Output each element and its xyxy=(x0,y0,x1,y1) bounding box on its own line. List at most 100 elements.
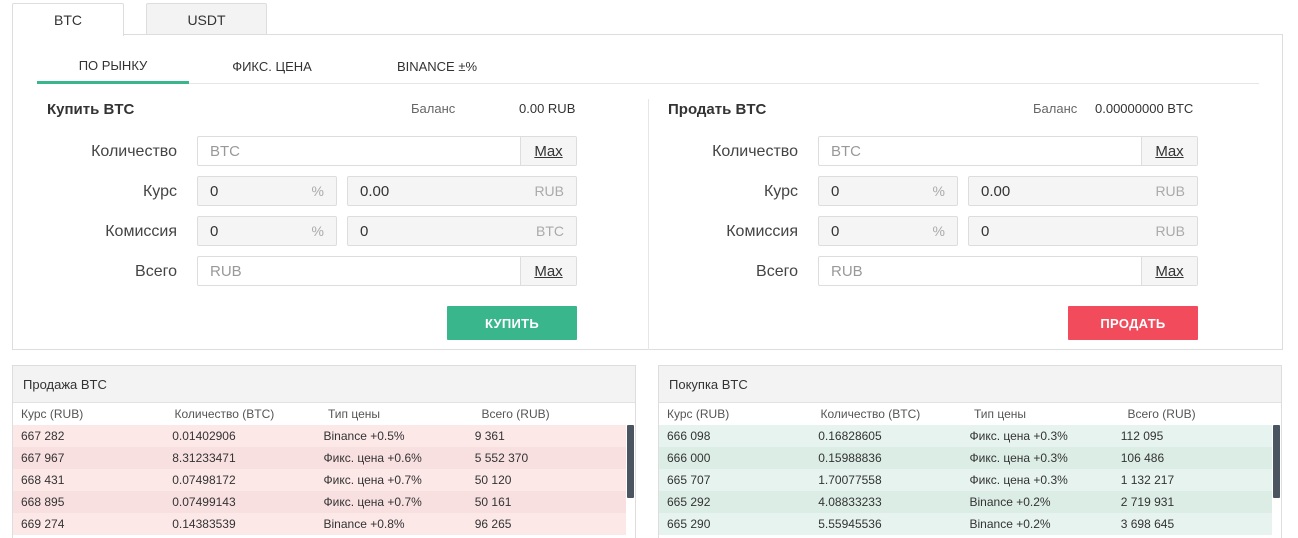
buy-title: Купить BTC xyxy=(47,101,135,118)
tab-binance-percent[interactable]: BINANCE ±% xyxy=(362,49,512,84)
cell-price-type: Фикс. цена +0.7% xyxy=(323,495,422,509)
buy-rate-value-input[interactable]: 0.00 RUB xyxy=(347,176,577,206)
sell-commission-unit: RUB xyxy=(1155,223,1185,239)
tab-btc[interactable]: BTC xyxy=(12,3,124,36)
cell-price-type: Фикс. цена +0.3% xyxy=(969,473,1068,487)
buy-total-input[interactable]: RUB Max xyxy=(197,256,577,286)
cell-rate: 665 290 xyxy=(667,517,711,531)
cell-quantity: 1.70077558 xyxy=(818,473,882,487)
table-row[interactable]: 668 895 0.07499143 Фикс. цена +0.7% 50 1… xyxy=(13,491,626,513)
cell-price-type: Binance +0.2% xyxy=(969,517,1051,531)
buy-book-scrollbar[interactable] xyxy=(1273,425,1280,498)
buy-form: Купить BTC Баланс 0.00 RUB Количество BT… xyxy=(47,99,607,349)
buy-book-columns: Курс (RUB) Количество (BTC) Тип цены Все… xyxy=(659,403,1281,425)
buy-book-title: Покупка BTC xyxy=(659,366,1281,403)
buy-commission-percent-input[interactable]: 0 % xyxy=(197,216,337,246)
cell-price-type: Binance +0.8% xyxy=(323,517,405,531)
buy-rate-percent-value: 0 xyxy=(210,182,219,200)
table-row[interactable]: 665 290 5.55945536 Binance +0.2% 3 698 6… xyxy=(659,513,1272,535)
sell-balance-value: 0.00000000 BTC xyxy=(1095,101,1194,116)
buy-commission-label: Комиссия xyxy=(105,223,177,240)
sell-total-input[interactable]: RUB Max xyxy=(818,256,1198,286)
sell-total-max-button[interactable]: Max xyxy=(1141,257,1197,285)
buy-rate-label: Курс xyxy=(142,183,177,200)
cell-total: 96 265 xyxy=(474,517,512,531)
cell-rate: 667 967 xyxy=(21,451,65,465)
mode-tabs: ПО РЫНКУ ФИКС. ЦЕНА BINANCE ±% xyxy=(37,49,1259,84)
cell-rate: 665 707 xyxy=(667,473,711,487)
buy-quantity-max-button[interactable]: Max xyxy=(520,137,576,165)
cell-quantity: 0.07499143 xyxy=(172,495,236,509)
buy-rate-value: 0.00 xyxy=(360,182,390,200)
tab-market[interactable]: ПО РЫНКУ xyxy=(37,49,189,84)
sell-rate-label: Курс xyxy=(763,183,798,200)
cell-price-type: Фикс. цена +0.3% xyxy=(969,451,1068,465)
column-header: Всего (RUB) xyxy=(481,407,550,421)
table-row[interactable]: 667 282 0.01402906 Binance +0.5% 9 361 xyxy=(13,425,626,447)
cell-quantity: 4.08833233 xyxy=(818,495,882,509)
cell-quantity: 0.01402906 xyxy=(172,429,236,443)
sell-title: Продать BTC xyxy=(668,101,767,118)
cell-quantity: 0.15988836 xyxy=(818,451,882,465)
cell-rate: 666 098 xyxy=(667,429,711,443)
trade-panel: ПО РЫНКУ ФИКС. ЦЕНА BINANCE ±% Купить BT… xyxy=(12,34,1283,350)
sell-quantity-input[interactable]: BTC Max xyxy=(818,136,1198,166)
cell-total: 9 361 xyxy=(474,429,505,443)
sell-book-columns: Курс (RUB) Количество (BTC) Тип цены Все… xyxy=(13,403,635,425)
cell-total: 5 552 370 xyxy=(474,451,529,465)
sell-balance-label: Баланс xyxy=(1033,101,1078,116)
cell-quantity: 0.07498172 xyxy=(172,473,236,487)
buy-total-placeholder: RUB xyxy=(210,262,242,280)
sell-rate-percent-input[interactable]: 0 % xyxy=(818,176,958,206)
sell-rate-value-input[interactable]: 0.00 RUB xyxy=(968,176,1198,206)
buy-commission-value: 0 xyxy=(360,222,369,240)
cell-quantity: 5.55945536 xyxy=(818,517,882,531)
buy-button[interactable]: КУПИТЬ xyxy=(447,306,577,340)
table-row[interactable]: 665 707 1.70077558 Фикс. цена +0.3% 1 13… xyxy=(659,469,1272,491)
sell-commission-percent-input[interactable]: 0 % xyxy=(818,216,958,246)
buy-commission-value-input[interactable]: 0 BTC xyxy=(347,216,577,246)
sell-quantity-max-button[interactable]: Max xyxy=(1141,137,1197,165)
cell-quantity: 8.31233471 xyxy=(172,451,236,465)
sell-total-label: Всего xyxy=(756,263,798,280)
sell-book-scrollbar[interactable] xyxy=(627,425,634,498)
buy-quantity-label: Количество xyxy=(91,143,177,160)
cell-total: 106 486 xyxy=(1120,451,1165,465)
buy-book-rows: 666 098 0.16828605 Фикс. цена +0.3% 112 … xyxy=(659,425,1281,535)
buy-total-max-button[interactable]: Max xyxy=(520,257,576,285)
tab-usdt[interactable]: USDT xyxy=(146,3,267,35)
column-header: Тип цены xyxy=(974,407,1027,421)
tab-fixed-price[interactable]: ФИКС. ЦЕНА xyxy=(197,49,347,84)
sell-button[interactable]: ПРОДАТЬ xyxy=(1068,306,1198,340)
table-row[interactable]: 665 292 4.08833233 Binance +0.2% 2 719 9… xyxy=(659,491,1272,513)
table-row[interactable]: 666 098 0.16828605 Фикс. цена +0.3% 112 … xyxy=(659,425,1272,447)
sell-rate-unit: RUB xyxy=(1155,183,1185,199)
cell-total: 50 161 xyxy=(474,495,512,509)
buy-quantity-placeholder: BTC xyxy=(210,142,240,160)
sell-rate-value: 0.00 xyxy=(981,182,1011,200)
sell-rate-percent-value: 0 xyxy=(831,182,840,200)
column-header: Курс (RUB) xyxy=(21,407,84,421)
cell-price-type: Binance +0.5% xyxy=(323,429,405,443)
cell-rate: 666 000 xyxy=(667,451,711,465)
sell-total-placeholder: RUB xyxy=(831,262,863,280)
column-header: Всего (RUB) xyxy=(1127,407,1196,421)
cell-price-type: Binance +0.2% xyxy=(969,495,1051,509)
column-header: Тип цены xyxy=(328,407,381,421)
buy-balance-label: Баланс xyxy=(411,101,456,116)
buy-order-book: Покупка BTC Курс (RUB) Количество (BTC) … xyxy=(658,365,1282,538)
sell-form: Продать BTC Баланс 0.00000000 BTC Количе… xyxy=(668,99,1228,349)
table-row[interactable]: 668 431 0.07498172 Фикс. цена +0.7% 50 1… xyxy=(13,469,626,491)
buy-rate-percent-sign: % xyxy=(311,183,324,199)
buy-rate-percent-input[interactable]: 0 % xyxy=(197,176,337,206)
cell-total: 2 719 931 xyxy=(1120,495,1175,509)
cell-price-type: Фикс. цена +0.3% xyxy=(969,429,1068,443)
table-row[interactable]: 666 000 0.15988836 Фикс. цена +0.3% 106 … xyxy=(659,447,1272,469)
table-row[interactable]: 667 967 8.31233471 Фикс. цена +0.6% 5 55… xyxy=(13,447,626,469)
cell-quantity: 0.16828605 xyxy=(818,429,882,443)
sell-commission-value-input[interactable]: 0 RUB xyxy=(968,216,1198,246)
cell-rate: 668 895 xyxy=(21,495,65,509)
table-row[interactable]: 669 274 0.14383539 Binance +0.8% 96 265 xyxy=(13,513,626,535)
column-header: Количество (BTC) xyxy=(174,407,275,421)
buy-quantity-input[interactable]: BTC Max xyxy=(197,136,577,166)
